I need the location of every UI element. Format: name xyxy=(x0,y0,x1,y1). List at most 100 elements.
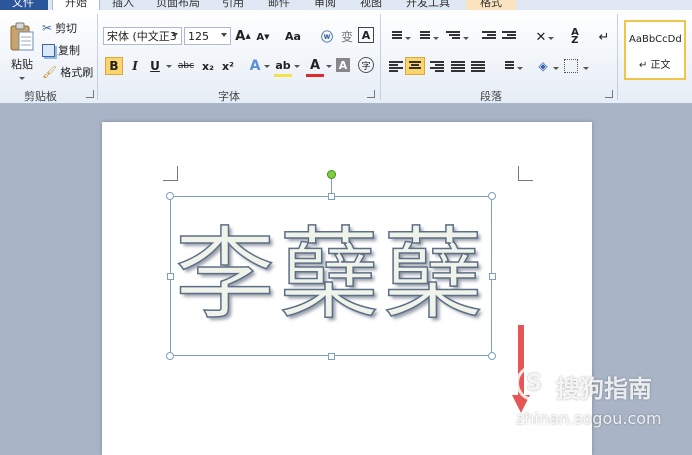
rotation-handle[interactable] xyxy=(327,170,336,179)
line-spacing-dropdown-arrow[interactable] xyxy=(517,67,523,70)
cut-label: 剪切 xyxy=(55,22,78,35)
resize-handle[interactable] xyxy=(488,192,496,200)
strikethrough-icon: abc xyxy=(177,61,195,71)
tab-developer[interactable]: 开发工具 xyxy=(406,0,450,10)
bold-button[interactable]: B xyxy=(105,57,123,75)
copy-button[interactable]: 复制 xyxy=(42,42,80,58)
resize-handle[interactable] xyxy=(328,353,335,360)
sogou-logo-icon: S xyxy=(516,365,552,401)
resize-handle[interactable] xyxy=(489,273,496,280)
ribbon: 粘贴 ✂ 剪切 复制 🖌 格式刷 剪贴板 宋体 (中文正3 125 A ▲ A ▼ … xyxy=(0,10,692,104)
change-case-button[interactable]: Aa xyxy=(282,27,304,45)
copy-label: 复制 xyxy=(58,44,80,57)
paste-button[interactable]: 粘贴 xyxy=(6,18,38,84)
paste-dropdown-arrow[interactable] xyxy=(19,77,25,80)
highlight-dropdown-arrow[interactable] xyxy=(294,65,300,68)
resize-handle[interactable] xyxy=(328,193,335,200)
shading-dropdown-arrow[interactable] xyxy=(553,67,559,70)
borders-icon[interactable] xyxy=(564,59,578,73)
style-normal-tile[interactable]: AaBbCcDd ↵ 正文 xyxy=(624,20,686,80)
text-effects-dropdown-arrow[interactable] xyxy=(264,65,270,68)
numbering-icon[interactable] xyxy=(416,31,430,43)
shrink-font-button[interactable]: A ▼ xyxy=(254,28,272,46)
resize-handle[interactable] xyxy=(167,273,174,280)
align-right-icon[interactable] xyxy=(430,61,444,73)
tab-file[interactable]: 文件 xyxy=(0,0,48,10)
chevron-down-icon xyxy=(221,33,227,37)
margin-corner-mark xyxy=(163,166,178,181)
phonetic-guide-icon[interactable]: ⓦ xyxy=(318,27,336,45)
resize-handle[interactable] xyxy=(166,192,174,200)
scissors-icon: ✂ xyxy=(42,21,53,35)
shading-icon[interactable]: ◈ xyxy=(534,57,552,75)
superscript-button[interactable]: x² xyxy=(219,57,237,75)
font-group-label: 字体 xyxy=(218,90,240,103)
align-left-icon[interactable] xyxy=(389,61,403,73)
multilevel-dropdown-arrow[interactable] xyxy=(463,37,469,40)
tab-view[interactable]: 视图 xyxy=(360,0,382,10)
superscript-icon: x² xyxy=(222,59,234,73)
character-border-icon[interactable]: A xyxy=(358,27,374,43)
decrease-indent-icon[interactable] xyxy=(482,31,496,43)
grow-font-icon: A xyxy=(235,28,246,44)
font-name-combo[interactable]: 宋体 (中文正3 xyxy=(103,27,182,45)
increase-indent-icon[interactable] xyxy=(502,31,516,43)
bullets-dropdown-arrow[interactable] xyxy=(405,37,411,40)
style-name-label: ↵ 正文 xyxy=(639,60,671,71)
text-effects-icon[interactable]: A xyxy=(246,57,264,75)
highlight-color-icon[interactable]: ab xyxy=(274,56,292,77)
strikethrough-button[interactable]: abc xyxy=(176,57,196,75)
font-size-combo[interactable]: 125 xyxy=(184,27,231,45)
style-preview-text: AaBbCcDd xyxy=(629,34,682,45)
margin-corner-mark xyxy=(518,166,533,181)
font-dialog-launcher-icon[interactable] xyxy=(367,90,375,98)
underline-button[interactable]: U xyxy=(146,57,164,75)
format-painter-icon: 🖌 xyxy=(42,65,58,79)
enclose-characters-icon[interactable]: 字 xyxy=(358,57,374,73)
clipboard-dialog-launcher-icon[interactable] xyxy=(86,90,94,98)
italic-button[interactable]: I xyxy=(126,57,144,75)
tab-page-layout[interactable]: 页面布局 xyxy=(156,0,200,10)
tab-references[interactable]: 引用 xyxy=(222,0,244,10)
clipboard-group-label: 剪贴板 xyxy=(24,90,57,103)
underline-dropdown-arrow[interactable] xyxy=(166,65,172,68)
grow-font-button[interactable]: A ▲ xyxy=(234,27,252,45)
tab-mailings[interactable]: 邮件 xyxy=(268,0,290,10)
chevron-down-icon xyxy=(172,33,178,37)
line-spacing-icon[interactable] xyxy=(500,61,514,73)
tab-home[interactable]: 开始 xyxy=(52,0,100,10)
justify-icon[interactable] xyxy=(451,61,465,73)
watermark-brand: 搜狗指南 xyxy=(556,375,652,403)
tab-format[interactable]: 格式 xyxy=(466,0,516,10)
font-color-dropdown-arrow[interactable] xyxy=(326,65,332,68)
clear-formatting-icon[interactable]: 变 xyxy=(338,27,356,45)
resize-handle[interactable] xyxy=(488,352,496,360)
paragraph-dialog-launcher-icon[interactable] xyxy=(605,90,613,98)
resize-handle[interactable] xyxy=(166,352,174,360)
italic-icon: I xyxy=(132,59,138,73)
chinese-layout-dropdown-arrow[interactable] xyxy=(548,37,554,40)
copy-icon xyxy=(42,43,55,57)
wordart-text[interactable]: 李蘖蘖 xyxy=(174,200,487,350)
character-shading-icon[interactable]: A xyxy=(336,58,350,72)
sort-icon[interactable]: AZ xyxy=(566,28,584,46)
multilevel-list-icon[interactable] xyxy=(446,31,460,43)
font-color-icon[interactable]: A xyxy=(306,56,324,77)
borders-dropdown-arrow[interactable] xyxy=(583,67,589,70)
tab-review[interactable]: 审阅 xyxy=(314,0,336,10)
shrink-font-icon: A xyxy=(256,31,265,43)
align-center-button[interactable] xyxy=(405,57,425,75)
format-painter-button[interactable]: 🖌 格式刷 xyxy=(42,64,93,80)
bullets-icon[interactable] xyxy=(388,31,402,43)
subscript-button[interactable]: x₂ xyxy=(199,57,217,75)
cut-button[interactable]: ✂ 剪切 xyxy=(42,20,77,36)
ribbon-tab-strip: 文件 开始 插入 页面布局 引用 邮件 审阅 视图 开发工具 格式 xyxy=(0,0,692,10)
numbering-dropdown-arrow[interactable] xyxy=(433,37,439,40)
font-name-value: 宋体 (中文正3 xyxy=(107,30,177,43)
show-marks-icon[interactable]: ↵ xyxy=(595,28,613,46)
group-divider xyxy=(97,14,98,100)
distributed-icon[interactable] xyxy=(471,61,485,73)
tab-insert[interactable]: 插入 xyxy=(112,0,134,10)
paste-label: 粘贴 xyxy=(11,58,33,71)
underline-icon: U xyxy=(150,59,160,73)
